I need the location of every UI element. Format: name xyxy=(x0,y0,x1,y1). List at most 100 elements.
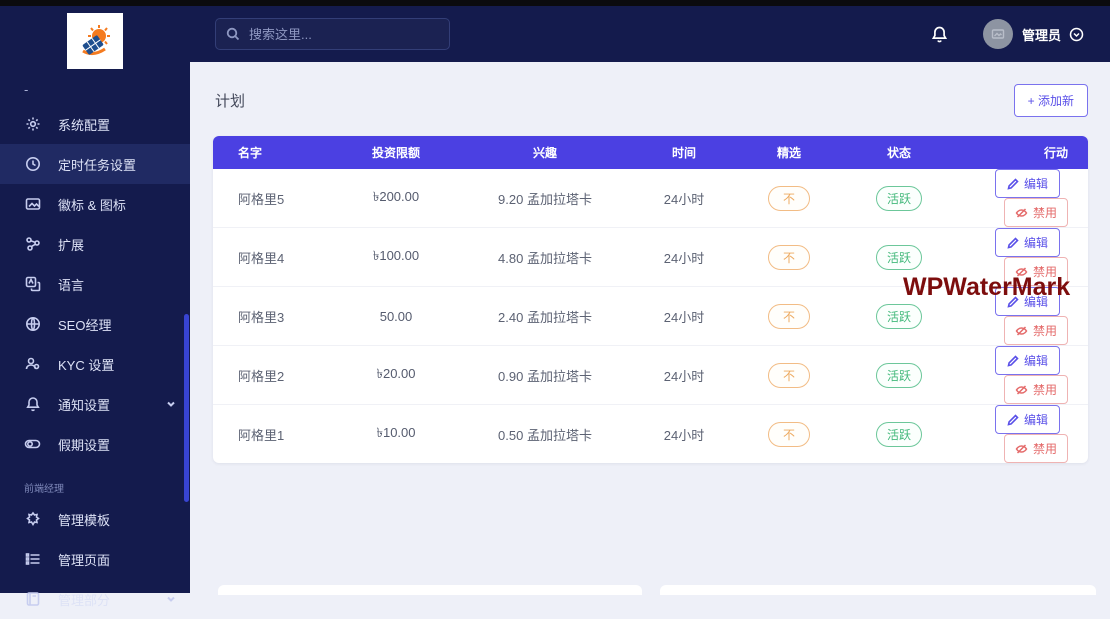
eye-slash-icon xyxy=(1015,325,1028,336)
featured-badge: 不 xyxy=(767,421,810,447)
page-head: 计划 + 添加新 xyxy=(190,62,1110,117)
sidebar-menu: 系统配置 定时任务设置 徽标 & 图标 扩展 语言 SEO经理 KYC 设置 通… xyxy=(0,104,190,619)
plan-limit: ৳10.00 xyxy=(376,424,416,440)
edit-button[interactable]: 编辑 xyxy=(994,405,1060,434)
edit-button[interactable]: 编辑 xyxy=(994,169,1060,198)
plan-limit: ৳100.00 xyxy=(372,247,420,263)
app-logo[interactable] xyxy=(67,13,123,69)
users-icon xyxy=(24,356,41,373)
plan-interest: 9.20 孟加拉塔卡 xyxy=(498,191,592,207)
language-icon xyxy=(24,276,41,293)
main-content: 计划 + 添加新 名字 投资限额 兴趣 时间 精选 状态 行动 阿格里5 ৳20… xyxy=(190,62,1110,593)
solar-logo-icon xyxy=(82,25,110,56)
chevron-down-icon xyxy=(166,399,176,409)
notification-bell-icon[interactable] xyxy=(930,25,949,44)
header-limit: 投资限额 xyxy=(371,146,420,160)
plan-time: 24小时 xyxy=(663,427,705,443)
plan-name: 阿格里5 xyxy=(238,191,285,207)
admin-dropdown-icon[interactable] xyxy=(1069,27,1084,42)
plan-interest: 4.80 孟加拉塔卡 xyxy=(498,250,592,266)
edit-button[interactable]: 编辑 xyxy=(994,228,1060,257)
disable-button[interactable]: 禁用 xyxy=(1003,316,1068,345)
sidebar-item-label: 假期设置 xyxy=(58,437,111,453)
sidebar-item-label: 语言 xyxy=(58,277,85,293)
plan-limit: 50.00 xyxy=(379,308,413,324)
sidebar-item-label: 定时任务设置 xyxy=(58,157,137,173)
eye-slash-icon xyxy=(1015,384,1028,395)
sidebar-item-cron-settings[interactable]: 定时任务设置 xyxy=(0,144,190,184)
plan-time: 24小时 xyxy=(663,368,705,384)
sidebar-item-label: 系统配置 xyxy=(58,117,111,133)
sidebar-item-label: 管理页面 xyxy=(58,552,111,568)
eye-slash-icon xyxy=(1015,443,1028,454)
edit-button[interactable]: 编辑 xyxy=(994,346,1060,375)
sidebar-item-manage-sections[interactable]: 管理部分 xyxy=(0,579,190,619)
search-input[interactable] xyxy=(249,26,419,42)
sidebar-item-label: 徽标 & 图标 xyxy=(58,197,126,213)
sidebar-item-kyc-settings[interactable]: KYC 设置 xyxy=(0,344,190,384)
featured-badge: 不 xyxy=(767,362,810,388)
sidebar: - 系统配置 定时任务设置 徽标 & 图标 扩展 语言 SEO经理 KYC 设置… xyxy=(0,6,190,608)
sidebar-scrollbar-thumb[interactable] xyxy=(184,314,189,502)
sections-icon xyxy=(24,591,41,608)
plan-time: 24小时 xyxy=(663,250,705,266)
plan-name: 阿格里2 xyxy=(238,368,285,384)
search-icon xyxy=(226,27,249,41)
add-new-button[interactable]: + 添加新 xyxy=(1013,84,1088,117)
header-name: 名字 xyxy=(238,146,263,160)
sidebar-item-logo-icons[interactable]: 徽标 & 图标 xyxy=(0,184,190,224)
chevron-down-icon xyxy=(166,594,176,604)
plan-interest: 2.40 孟加拉塔卡 xyxy=(498,309,592,325)
status-badge: 活跃 xyxy=(875,303,922,329)
sidebar-item-label: 通知设置 xyxy=(58,397,111,413)
pencil-icon xyxy=(1007,413,1019,426)
list-icon xyxy=(24,551,41,568)
sidebar-item-seo-manager[interactable]: SEO经理 xyxy=(0,304,190,344)
plan-time: 24小时 xyxy=(663,191,705,207)
image-icon xyxy=(24,196,41,213)
admin-name: 管理员 xyxy=(1021,27,1061,43)
bell-icon xyxy=(24,396,41,413)
eye-slash-icon xyxy=(1015,207,1028,218)
disable-button[interactable]: 禁用 xyxy=(1003,198,1068,227)
table-row: 阿格里5 ৳200.00 9.20 孟加拉塔卡 24小时 不 活跃 编辑 禁用 xyxy=(213,169,1088,228)
header-interest: 兴趣 xyxy=(532,146,557,160)
sidebar-section-frontend-manager: 前端经理 xyxy=(24,484,64,495)
plan-limit: ৳200.00 xyxy=(372,188,420,204)
template-icon xyxy=(24,511,41,528)
toggle-icon xyxy=(24,436,41,453)
topbar: 管理员 xyxy=(190,6,1110,62)
disable-button[interactable]: 禁用 xyxy=(1003,375,1068,404)
top-black-bar xyxy=(0,0,1110,6)
nodes-icon xyxy=(24,236,41,253)
sidebar-item-language[interactable]: 语言 xyxy=(0,264,190,304)
gear-icon xyxy=(24,116,41,133)
status-badge: 活跃 xyxy=(875,362,922,388)
sidebar-item-manage-pages[interactable]: 管理页面 xyxy=(0,539,190,579)
header-featured: 精选 xyxy=(776,146,801,160)
pencil-icon xyxy=(1007,236,1019,249)
status-badge: 活跃 xyxy=(875,421,922,447)
avatar[interactable] xyxy=(982,19,1013,49)
sidebar-item-notification-settings[interactable]: 通知设置 xyxy=(0,384,190,424)
sidebar-item-manage-templates[interactable]: 管理模板 xyxy=(0,499,190,539)
featured-badge: 不 xyxy=(767,244,810,270)
plan-interest: 0.50 孟加拉塔卡 xyxy=(498,427,592,443)
sidebar-item-label: 管理部分 xyxy=(58,592,111,608)
watermark-text: WPWaterMark xyxy=(903,273,1071,301)
bottom-card-right xyxy=(660,585,1096,595)
plan-name: 阿格里3 xyxy=(238,309,285,325)
sidebar-item-label: KYC 设置 xyxy=(58,357,115,373)
plan-name: 阿格里4 xyxy=(238,250,285,266)
header-action: 行动 xyxy=(1043,146,1068,160)
sidebar-collapsed-label: - xyxy=(24,82,29,97)
status-badge: 活跃 xyxy=(875,185,922,211)
table-row: 阿格里2 ৳20.00 0.90 孟加拉塔卡 24小时 不 活跃 编辑 禁用 xyxy=(213,346,1088,405)
sidebar-item-extensions[interactable]: 扩展 xyxy=(0,224,190,264)
featured-badge: 不 xyxy=(767,185,810,211)
search-box xyxy=(215,18,450,50)
sidebar-item-system-config[interactable]: 系统配置 xyxy=(0,104,190,144)
disable-button[interactable]: 禁用 xyxy=(1003,434,1068,463)
clock-icon xyxy=(24,156,41,173)
sidebar-item-holiday-settings[interactable]: 假期设置 xyxy=(0,424,190,464)
